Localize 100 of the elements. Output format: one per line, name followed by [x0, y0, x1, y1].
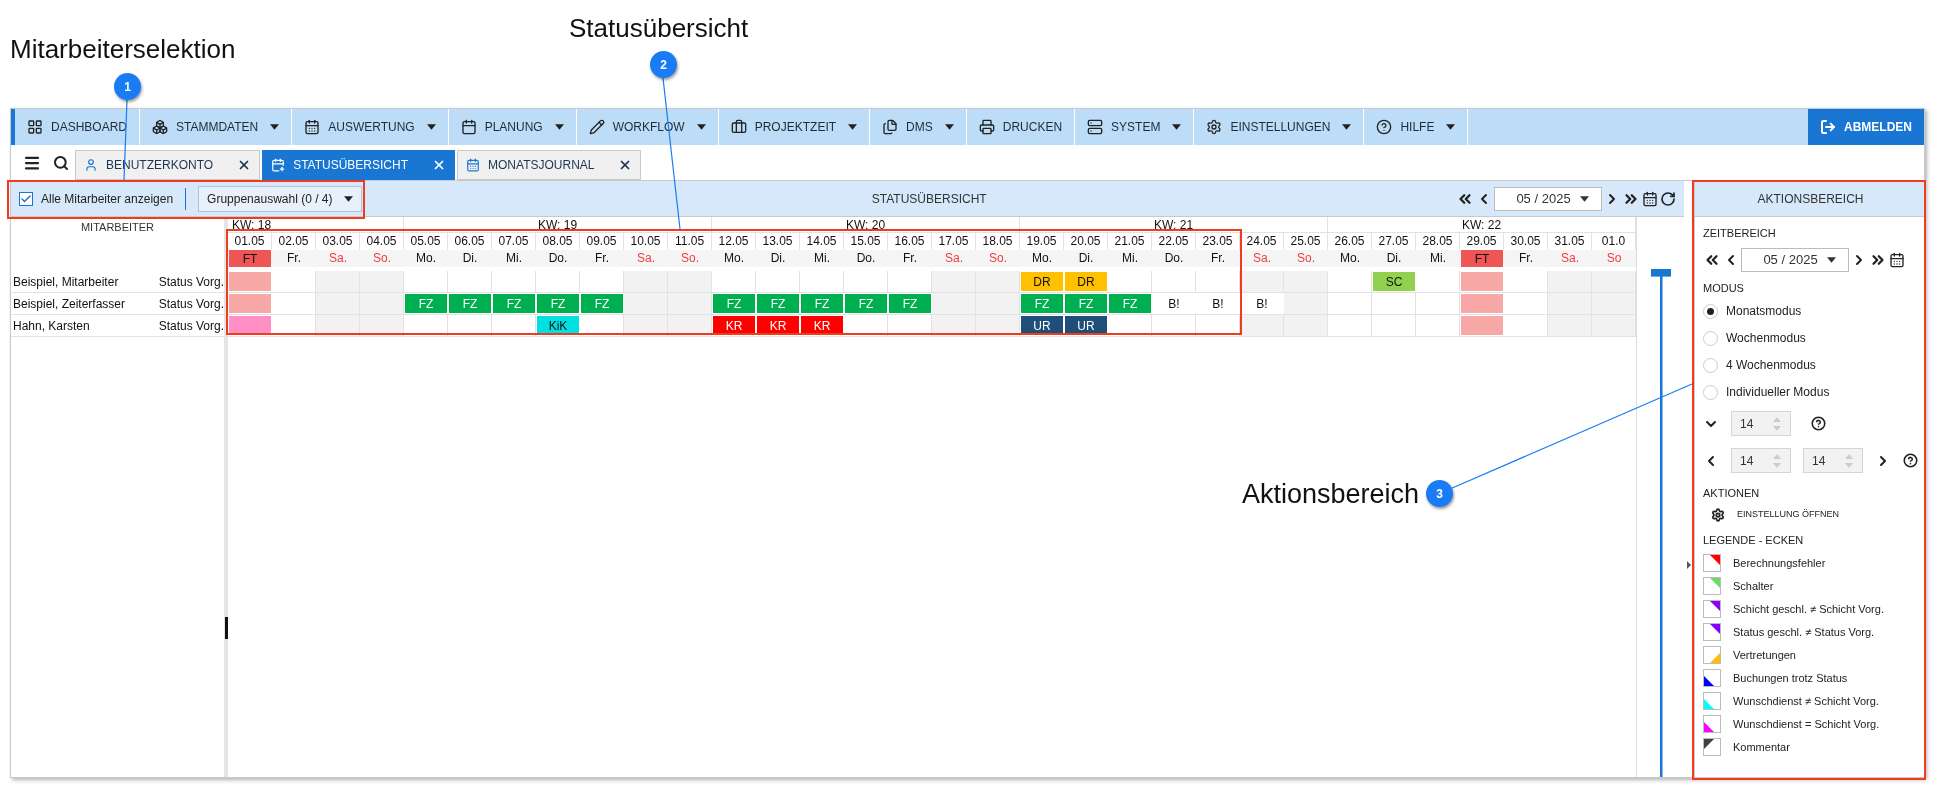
weekday-label: Do.	[548, 250, 568, 267]
table-cell	[316, 271, 360, 293]
date-label: 26.05	[1334, 233, 1365, 250]
tab[interactable]: MONATSJOURNAL	[457, 150, 642, 180]
month-select[interactable]: 05 / 2025	[1741, 247, 1849, 272]
legend-label: Kommentar	[1733, 739, 1790, 755]
table-cell	[668, 271, 712, 293]
number-field[interactable]: 14	[1803, 448, 1863, 473]
number-field[interactable]: 14	[1731, 411, 1791, 436]
weekday-label: Fr.	[1519, 250, 1533, 267]
weekday-label: Do.	[1164, 250, 1184, 267]
status-cell: FZ	[1109, 294, 1151, 313]
weekday-label: So	[1606, 250, 1622, 267]
radio-button[interactable]	[1703, 303, 1718, 319]
weekday-label: Mi.	[814, 250, 830, 267]
radio-button[interactable]	[1703, 384, 1718, 400]
status-cell: FZ	[713, 294, 755, 313]
date-label: 08.05	[542, 233, 573, 250]
weekday-label: Di.	[1386, 250, 1402, 267]
date-label: 02.05	[278, 233, 309, 250]
weekday-label: Sa.	[1561, 250, 1579, 267]
weekday-label: So.	[681, 250, 699, 267]
settings-icon	[1206, 119, 1223, 135]
group-select[interactable]: Gruppenauswahl (0 / 4)	[198, 185, 363, 212]
checkbox-label[interactable]: Alle Mitarbeiter anzeigen	[41, 189, 174, 208]
section-label: ZEITBEREICH	[1703, 226, 1777, 241]
status-cell: FZ	[801, 294, 843, 313]
radio-label[interactable]: Monatsmodus	[1726, 302, 1802, 320]
weekday-label: Mi.	[1122, 250, 1138, 267]
weekday-label: Mi.	[506, 250, 522, 267]
logout-button[interactable]: ABMELDEN	[1808, 109, 1924, 145]
date-label: 04.05	[366, 233, 397, 250]
week-label: KW: 20	[845, 217, 886, 232]
splitter-handle-drawing[interactable]	[1650, 269, 1671, 777]
date-label: 31.05	[1554, 233, 1585, 250]
date-label: 01.0	[1601, 233, 1626, 250]
calendar-icon	[466, 158, 481, 172]
weekday-label: Fr.	[595, 250, 609, 267]
radio-label[interactable]: Individueller Modus	[1726, 383, 1830, 401]
status-cell: FZ	[537, 294, 579, 313]
weekday-label: Do.	[856, 250, 876, 267]
pencil-icon	[588, 119, 605, 135]
month-select[interactable]: 05 / 2025	[1494, 186, 1602, 211]
calendar-icon[interactable]	[1642, 190, 1658, 207]
weekday-label: Fr.	[1211, 250, 1225, 267]
section-label: LEGENDE - ECKEN	[1703, 532, 1805, 548]
table-cell	[624, 271, 668, 293]
employee-name: Beispiel, Zeiterfasser	[12, 295, 127, 313]
table-cell	[1548, 293, 1592, 315]
tab[interactable]: STATUSÜBERSICHT	[262, 150, 456, 180]
calendar-icon[interactable]	[1889, 251, 1905, 268]
radio-label[interactable]: 4 Wochenmodus	[1726, 356, 1816, 374]
open-settings-button[interactable]: EINSTELLUNG ÖFFNEN	[1703, 507, 1918, 522]
search-icon[interactable]	[53, 154, 69, 171]
help-icon	[1376, 119, 1393, 135]
legend-label: Wunschdienst ≠ Schicht Vorg.	[1733, 693, 1879, 709]
table-cell	[1548, 315, 1592, 337]
collapse-arrow-icon[interactable]	[1687, 561, 1691, 569]
annotation-label: Statusübersicht	[569, 12, 749, 45]
help-icon[interactable]	[1903, 453, 1918, 468]
date-label: 25.05	[1290, 233, 1321, 250]
table-cell	[1328, 315, 1372, 337]
number-field[interactable]: 14	[1731, 448, 1791, 473]
checkbox[interactable]	[19, 191, 33, 206]
callout-badge: 3	[1426, 480, 1453, 507]
radio-button[interactable]	[1703, 330, 1718, 346]
holiday-badge: FT	[1461, 250, 1503, 267]
table-cell-text: Status Vorg.	[158, 317, 224, 335]
server-icon	[1087, 119, 1104, 135]
annotation-label: Mitarbeiterselektion	[10, 33, 236, 66]
weekday-label: Mo.	[1032, 250, 1052, 267]
date-label: 28.05	[1422, 233, 1453, 250]
date-label: 30.05	[1510, 233, 1541, 250]
date-label: 05.05	[410, 233, 441, 250]
date-label: 19.05	[1026, 233, 1057, 250]
legend-label: Vertretungen	[1733, 647, 1796, 663]
table-cell	[316, 315, 360, 337]
radio-button[interactable]	[1703, 357, 1718, 373]
splitter-grip[interactable]	[225, 617, 228, 639]
employee-name: Hahn, Karsten	[12, 317, 91, 335]
table-cell	[360, 315, 404, 337]
radio-label[interactable]: Wochenmodus	[1726, 329, 1806, 347]
status-cell: DR	[1065, 272, 1107, 291]
table-cell	[1548, 271, 1592, 293]
weekday-label: Fr.	[287, 250, 301, 267]
weekday-label: Mo.	[1340, 250, 1360, 267]
help-icon[interactable]	[1811, 416, 1826, 431]
status-cell: FZ	[405, 294, 447, 313]
status-cell-text: B!	[1167, 295, 1181, 313]
weekday-label: Mi.	[1430, 250, 1446, 267]
legend-label: Wunschdienst = Schicht Vorg.	[1733, 716, 1880, 732]
table-cell	[624, 315, 668, 337]
section-label: AKTIONEN	[1703, 486, 1761, 501]
weekday-label: Mo.	[416, 250, 436, 267]
date-label: 13.05	[762, 233, 793, 250]
refresh-icon[interactable]	[1660, 190, 1676, 207]
table-cell	[1284, 271, 1328, 293]
panel-header: AKTIONSBEREICH	[1695, 181, 1926, 217]
weekday-label: Di.	[1078, 250, 1094, 267]
date-label: 01.05	[234, 233, 265, 250]
